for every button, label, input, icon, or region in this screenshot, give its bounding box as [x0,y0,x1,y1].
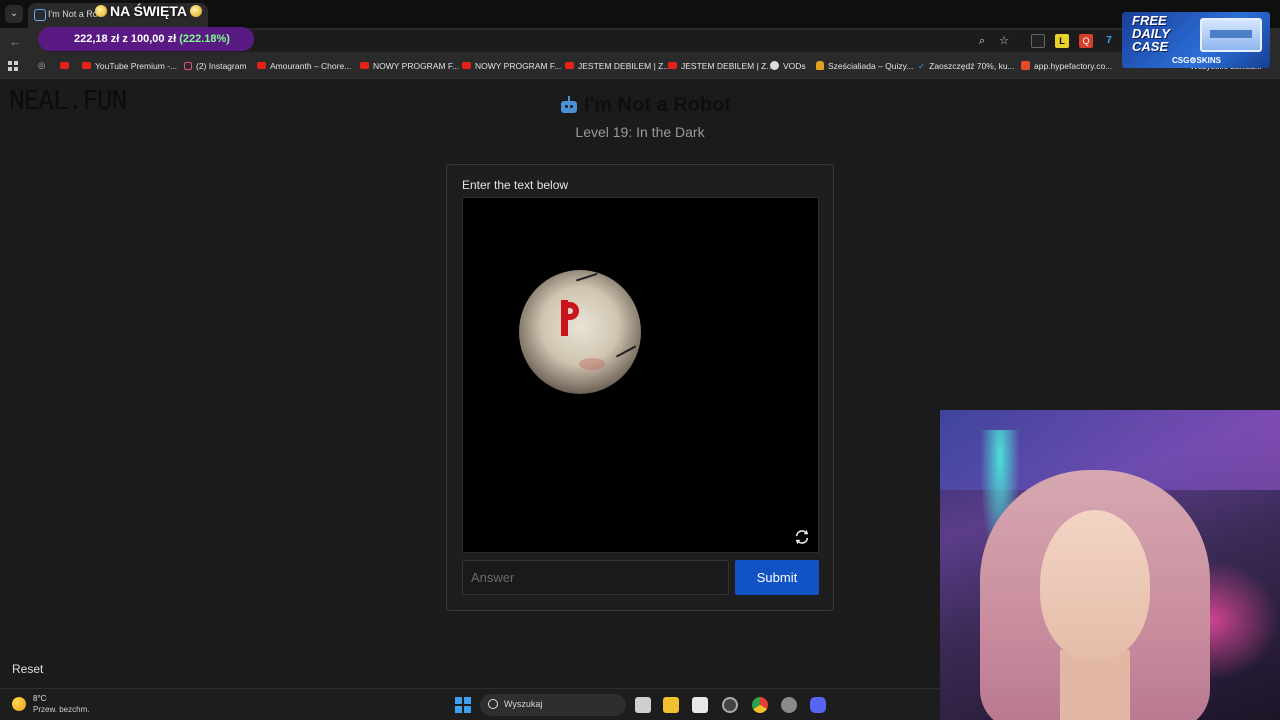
streamer-webcam [940,410,1280,720]
tab-search-chevron-icon[interactable]: ⌄ [5,5,23,23]
taskbar-search[interactable]: Wyszukaj [480,694,626,716]
windows-taskbar: 8°C Przew. bezchm. Wyszukaj [0,688,940,720]
bookmarks-bar: ◎ YouTube Premium -... (2) Instagram Amo… [0,55,1280,79]
bookmark-item[interactable]: app.hypefactory.co... [1021,61,1112,71]
bookmark-item[interactable]: NOWY PROGRAM F... [360,61,459,71]
bookmark-item[interactable]: JESTEM DEBILEM | Z... [668,61,773,71]
extension-1-icon[interactable] [1031,34,1045,48]
ad-headline: FREE DAILY CASE [1132,14,1170,53]
task-view-icon[interactable] [635,697,651,713]
instagram-icon [184,62,192,70]
tab-strip: ⌄ I'm Not a Ro NA ŚWIĘTA [0,0,1280,28]
bookmark-item[interactable]: ✓ Zaoszczędź 70%, ku... [918,61,1015,72]
daily-case-ad: FREE DAILY CASE CSG⚙SKINS [1122,12,1270,68]
extension-4-icon[interactable]: 7 [1102,34,1116,48]
globe-icon [770,61,779,70]
stream-overlay-title: NA ŚWIĘTA [92,3,205,19]
game-title: I'm Not a Robot [584,94,731,116]
extension-3-icon[interactable]: Q [1079,34,1093,48]
back-arrow-icon[interactable]: ← [9,34,22,49]
coin-icon [95,5,107,17]
apps-grid-icon[interactable] [8,61,18,71]
quiz-icon [816,61,824,70]
bookmark-item[interactable]: JESTEM DEBILEM | Z... [565,61,670,71]
youtube-icon [668,62,677,69]
case-image [1200,18,1262,52]
bookmark-item[interactable]: NOWY PROGRAM F... [462,61,561,71]
bookmark-item[interactable]: YouTube Premium -... [82,61,177,71]
search-icon [488,699,498,709]
donation-amount: 222,18 zł z 100,00 zł [74,33,177,45]
ad-brand: CSG⚙SKINS [1172,56,1221,65]
file-explorer-icon[interactable] [663,697,679,713]
answer-input[interactable] [462,560,729,595]
donation-percent: (222.18%) [179,33,230,45]
captcha-noise-line [575,272,601,290]
store-icon[interactable] [692,697,708,713]
youtube-icon [257,62,266,69]
hypefactory-icon [1021,61,1030,70]
weather-description: Przew. bezchm. [33,705,90,714]
settings-gear-icon[interactable] [781,697,797,713]
flashlight-spot [519,270,641,394]
robot-icon [560,96,578,114]
youtube-icon [462,62,471,69]
reset-button[interactable]: Reset [12,662,43,676]
bookmark-item[interactable]: (2) Instagram [184,61,247,71]
captcha-character [559,300,579,336]
captcha-card: Enter the text below Submit [446,164,834,611]
bookmark-star-icon[interactable]: ☆ [997,34,1011,48]
submit-button[interactable]: Submit [735,560,819,595]
overlay-title-text: NA ŚWIĘTA [110,3,187,19]
ad-line-3: CASE [1132,39,1169,54]
extension-2-icon[interactable]: L [1055,34,1069,48]
weather-icon[interactable] [12,697,26,711]
coin-icon [190,5,202,17]
streamer-figure [980,470,1210,720]
taskbar-search-label: Wyszukaj [504,699,543,709]
discord-icon[interactable] [810,697,826,713]
dark-captcha-image[interactable] [462,197,819,553]
captcha-instruction: Enter the text below [462,178,569,192]
bookmark-item[interactable]: Sześcialiada – Quizy... [816,61,913,71]
tab-title: I'm Not a Ro [48,9,98,19]
start-icon[interactable] [455,697,471,713]
level-title: Level 19: In the Dark [575,124,705,140]
obs-icon[interactable] [722,697,738,713]
refresh-icon[interactable] [793,528,811,546]
bookmark-item[interactable]: VODs [770,61,806,71]
chrome-icon[interactable]: ◎ [38,60,45,71]
steam-icon: ✓ [918,61,926,71]
site-logo[interactable]: NEAL.FUN [9,86,127,116]
robot-favicon-icon [34,9,46,21]
donation-goal-bar: 222,18 zł z 100,00 zł (222.18%) [38,27,254,51]
zoom-icon[interactable]: ⌕ [975,34,989,48]
captcha-noise-line [615,345,641,365]
youtube-icon [360,62,369,69]
youtube-icon [82,62,91,69]
bookmark-item[interactable]: Amouranth – Chore... [257,61,351,71]
captcha-smudge [579,358,605,370]
chrome-icon[interactable] [752,697,768,713]
weather-temperature: 8°C [33,694,47,703]
youtube-icon [565,62,574,69]
youtube-icon[interactable] [60,61,73,71]
